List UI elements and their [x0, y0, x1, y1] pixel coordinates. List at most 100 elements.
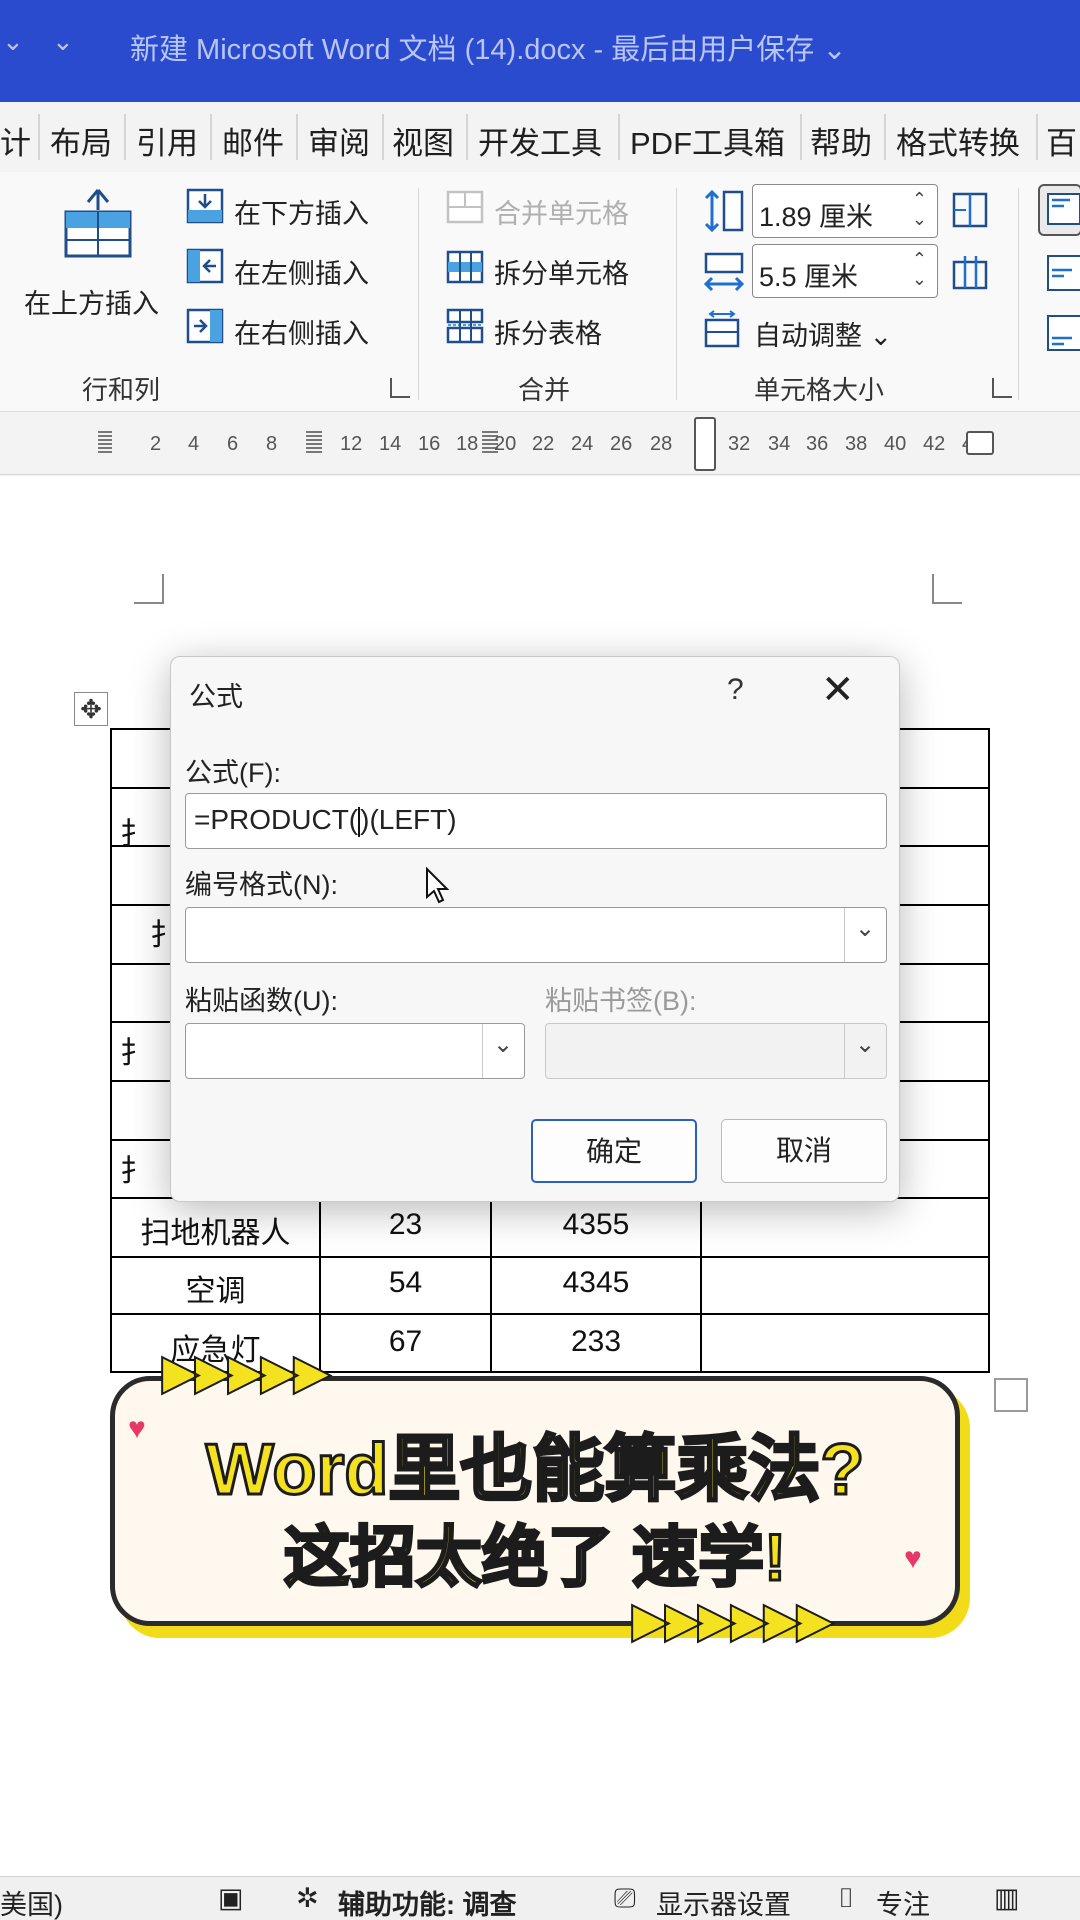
table-cell[interactable]: 扫地机器人 — [112, 1208, 319, 1252]
number-format-label: 编号格式(N): — [185, 870, 338, 900]
paste-bookmark-label: 粘贴书签(B): — [545, 986, 697, 1016]
ruler-tick: 8 — [266, 433, 278, 455]
merge-cells-button: 合并单元格 — [446, 186, 646, 230]
tab-layout[interactable]: 布局 — [50, 118, 112, 163]
spin-down-icon[interactable]: ⌄ — [912, 210, 927, 228]
ribbon-tabs: 计 布局 引用 邮件 审阅 视图 开发工具 PDF工具箱 帮助 格式转换 百 — [0, 102, 1080, 172]
arrow-decoration-icon: ▶▶▶▶▶▶ — [631, 1593, 834, 1648]
table-cell[interactable]: 67 — [321, 1325, 490, 1359]
formula-input[interactable]: =PRODUCT()(LEFT) — [185, 793, 887, 849]
ruler-tick: 22 — [532, 433, 555, 455]
distribute-cols-icon[interactable] — [950, 252, 990, 292]
dialog-title: 公式 — [189, 682, 243, 712]
close-icon[interactable]: ✕ — [821, 667, 855, 713]
cell-size-launcher-icon[interactable] — [992, 378, 1012, 398]
spin-up-icon[interactable]: ⌃ — [912, 250, 927, 268]
ruler-tick: 20 — [494, 433, 517, 455]
spin-down-icon[interactable]: ⌄ — [912, 270, 927, 288]
tab-help[interactable]: 帮助 — [810, 118, 872, 163]
ruler-margin-marker-icon[interactable] — [98, 431, 112, 455]
merge-cells-label: 合并单元格 — [494, 199, 629, 229]
split-cells-label: 拆分单元格 — [494, 259, 629, 289]
autofit-icon — [704, 310, 740, 348]
horizontal-ruler[interactable]: 2 4 6 8 12 14 16 18 20 22 24 26 28 32 34… — [0, 413, 1080, 475]
help-icon[interactable]: ? — [727, 673, 744, 707]
split-cells-icon — [446, 250, 484, 284]
split-table-label: 拆分表格 — [494, 319, 602, 349]
banner-headline: Word里也能算乘法? — [204, 1429, 866, 1512]
number-format-select[interactable]: ⌄ — [185, 907, 887, 963]
formula-text-before-caret: =PRODUCT( — [194, 804, 359, 835]
display-settings-button[interactable]: 显示器设置 — [656, 1883, 791, 1920]
ruler-tick: 26 — [610, 433, 633, 455]
customize-toolbar-icon[interactable]: ⌄ — [52, 26, 74, 57]
tab-design[interactable]: 计 — [0, 118, 31, 163]
rows-cols-launcher-icon[interactable] — [390, 378, 410, 398]
insert-left-button[interactable]: 在左侧插入 — [186, 246, 386, 290]
macro-recording-icon[interactable]: ▣ — [218, 1883, 244, 1914]
tab-view[interactable]: 视图 — [392, 118, 454, 163]
tab-separator — [382, 114, 384, 160]
read-mode-icon[interactable]: ▥ — [994, 1883, 1020, 1914]
document-title[interactable]: 新建 Microsoft Word 文档 (14).docx - 最后由用户保存… — [130, 26, 847, 68]
ruler-tick: 28 — [650, 433, 673, 455]
group-separator — [1018, 188, 1019, 400]
group-separator — [418, 188, 419, 400]
language-status[interactable]: 美国) — [0, 1883, 63, 1920]
tab-format-convert[interactable]: 格式转换 — [896, 118, 1020, 163]
split-table-button[interactable]: 拆分表格 — [446, 306, 646, 350]
insert-above-button[interactable]: 在上方插入 — [14, 184, 184, 334]
tab-separator — [124, 114, 126, 160]
distribute-rows-icon[interactable] — [950, 190, 990, 230]
table-cell[interactable]: 空调 — [112, 1266, 319, 1310]
focus-button[interactable]: 专注 — [876, 1883, 930, 1920]
cancel-button[interactable]: 取消 — [721, 1119, 887, 1183]
dropdown-arrow[interactable]: ⌄ — [844, 908, 886, 962]
row-height-value: 1.89 厘米 — [759, 202, 874, 232]
autofit-button[interactable]: 自动调整 ⌄ — [702, 310, 902, 354]
chevron-down-icon: ⌄ — [855, 915, 876, 942]
dropdown-arrow[interactable]: ⌄ — [482, 1024, 524, 1078]
table-cell[interactable]: 54 — [321, 1266, 490, 1300]
quick-access-dropdown-icon[interactable]: ⌄ — [2, 26, 24, 57]
group-separator — [676, 188, 677, 400]
table-resize-handle-icon[interactable] — [994, 1378, 1028, 1412]
row-height-input[interactable]: 1.89 厘米 ⌃ ⌄ — [752, 184, 938, 238]
ok-button[interactable]: 确定 — [531, 1119, 697, 1183]
tab-review[interactable]: 审阅 — [308, 118, 370, 163]
spin-up-icon[interactable]: ⌃ — [912, 190, 927, 208]
ruler-tick: 42 — [923, 433, 946, 455]
autofit-label: 自动调整 ⌄ — [754, 321, 893, 351]
insert-right-button[interactable]: 在右侧插入 — [186, 306, 386, 350]
tab-references[interactable]: 引用 — [136, 118, 198, 163]
group-label-cell-size: 单元格大小 — [754, 375, 885, 405]
ruler-right-indent-icon[interactable] — [966, 431, 994, 455]
insert-below-button[interactable]: 在下方插入 — [186, 186, 386, 230]
tab-mailings[interactable]: 邮件 — [222, 118, 284, 163]
col-width-input[interactable]: 5.5 厘米 ⌃ ⌄ — [752, 244, 938, 298]
tab-pdf-tools[interactable]: PDF工具箱 — [630, 118, 785, 163]
paste-function-select[interactable]: ⌄ — [185, 1023, 525, 1079]
align-bottom-left-icon — [1047, 315, 1080, 351]
table-cell[interactable]: 4355 — [492, 1208, 700, 1242]
insert-below-icon — [186, 188, 224, 224]
align-middle-left-icon — [1047, 255, 1080, 291]
title-bar: ⌄ ⌄ 新建 Microsoft Word 文档 (14).docx - 最后由… — [0, 0, 1080, 102]
align-bottom-left-button[interactable] — [1046, 312, 1080, 356]
tab-developer[interactable]: 开发工具 — [478, 118, 602, 163]
ruler-column-marker-icon[interactable] — [306, 431, 322, 455]
ruler-indent-marker-icon[interactable] — [694, 417, 716, 471]
table-cell[interactable]: 4345 — [492, 1266, 700, 1300]
tab-partial[interactable]: 百 — [1046, 118, 1077, 163]
align-top-left-button[interactable] — [1038, 184, 1080, 236]
split-cells-button[interactable]: 拆分单元格 — [446, 246, 646, 290]
table-cell[interactable]: 23 — [321, 1208, 490, 1242]
table-cell[interactable]: 233 — [492, 1325, 700, 1359]
accessibility-status[interactable]: 辅助功能: 调查 — [338, 1883, 517, 1920]
ruler-tick: 32 — [728, 433, 751, 455]
split-table-icon — [446, 308, 484, 344]
align-middle-left-button[interactable] — [1046, 252, 1080, 296]
tab-separator — [884, 114, 886, 160]
table-border — [110, 1313, 990, 1315]
table-move-handle-icon[interactable]: ✥ — [74, 692, 108, 726]
